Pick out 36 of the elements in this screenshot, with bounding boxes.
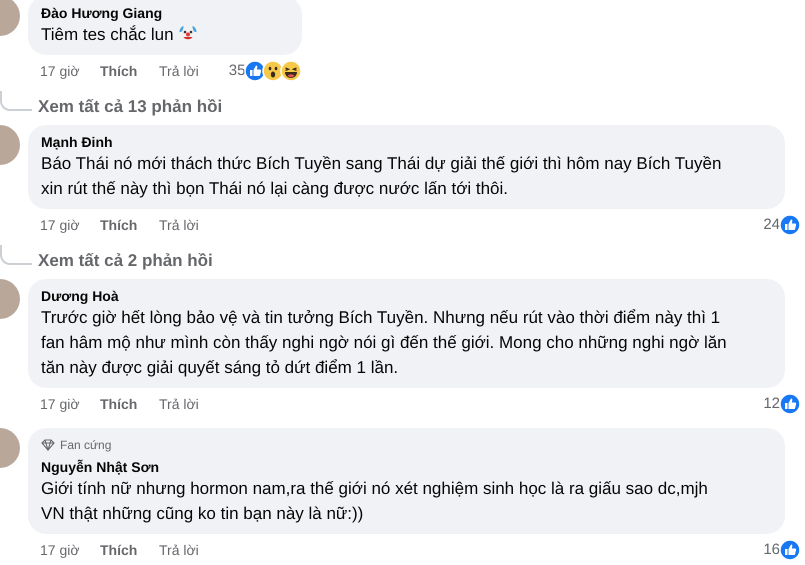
thread-line bbox=[0, 245, 32, 265]
view-replies-link[interactable]: Xem tất cả 13 phản hồi bbox=[38, 94, 222, 119]
like-link[interactable]: Thích bbox=[100, 214, 159, 236]
badge-label: Fan cứng bbox=[60, 437, 112, 454]
author-name[interactable]: Nguyễn Nhật Sơn bbox=[41, 458, 772, 476]
thumbs-up-icon bbox=[779, 393, 801, 415]
laughing-face-icon bbox=[280, 60, 302, 82]
view-replies-link[interactable]: Xem tất cả 2 phản hồi bbox=[38, 248, 213, 273]
thumbs-up-icon bbox=[779, 539, 801, 561]
author-name[interactable]: Dương Hoà bbox=[41, 287, 772, 305]
timestamp[interactable]: 17 giờ bbox=[40, 394, 100, 414]
reply-link[interactable]: Trả lời bbox=[159, 214, 199, 236]
surprised-face-icon bbox=[262, 60, 284, 82]
reaction-count[interactable]: 35 bbox=[228, 60, 246, 82]
author-name[interactable]: Mạnh Đinh bbox=[41, 133, 772, 151]
timestamp[interactable]: 17 giờ bbox=[40, 540, 100, 560]
diamond-icon bbox=[41, 439, 55, 451]
timestamp[interactable]: 17 giờ bbox=[40, 214, 100, 236]
reaction-count[interactable]: 12 bbox=[763, 392, 780, 416]
reaction-count[interactable]: 24 bbox=[763, 214, 780, 236]
reply-link[interactable]: Trả lời bbox=[159, 540, 199, 560]
like-link[interactable]: Thích bbox=[100, 540, 159, 560]
author-name[interactable]: Đào Hương Giang bbox=[41, 4, 290, 22]
comment-text: Trước giờ hết lòng bảo vệ và tin tưởng Bích Tuyền. Nhưng nếu rút vào thời điểm này thì 1 fan hâm mộ như mình còn thấy nghi ngờ nói gì đến thế giới. Mong cho những nghi ngờ lăn tăn này được giải quyết sáng tỏ dứt điểm 1 lần. bbox=[41, 307, 728, 379]
comment-text: Giới tính nữ nhưng hormon nam,ra thế giới nó xét nghiệm sinh học là ra giấu sao dc,mjh VN thật những cũng ko tin bạn này là nữ:)) bbox=[41, 478, 709, 525]
comment-text: Báo Thái nó mới thách thức Bích Tuyền sang Thái dự giải thế giới thì hôm nay Bích Tuyền xin rút thế này thì bọn Thái nó lại càng được nước lấn tới thôi. bbox=[41, 153, 722, 200]
comment-text: Tiêm tes chắc lun bbox=[41, 22, 290, 47]
thread-line bbox=[0, 91, 32, 111]
reply-link[interactable]: Trả lời bbox=[159, 60, 199, 82]
thumbs-up-icon bbox=[244, 60, 266, 82]
thumbs-up-icon bbox=[779, 214, 801, 236]
like-link[interactable]: Thích bbox=[100, 394, 159, 414]
timestamp[interactable]: 17 giờ bbox=[40, 60, 100, 82]
reply-link[interactable]: Trả lời bbox=[159, 394, 199, 414]
reaction-count[interactable]: 16 bbox=[763, 538, 780, 562]
like-link[interactable]: Thích bbox=[100, 60, 159, 82]
